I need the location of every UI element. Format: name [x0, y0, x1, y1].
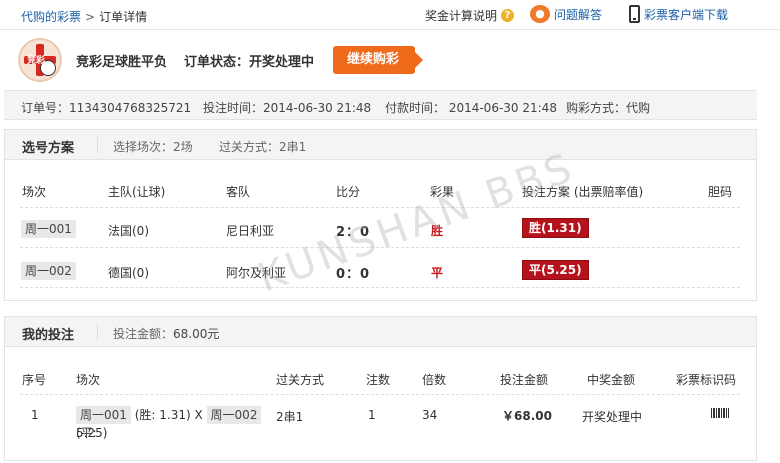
col-header-multiple: 倍数 — [422, 373, 447, 387]
my-bet-header: 我的投注 投注金额：68.00元 — [5, 317, 756, 347]
away-team: 尼日利亚 — [226, 224, 275, 238]
buy-type: 购彩方式：代购 — [566, 101, 651, 115]
col-header-ticket-code: 彩票标识码 — [676, 373, 737, 387]
bet-odds-tag: 胜(1.31) — [522, 218, 589, 238]
match-odds-continued: 5.25) — [76, 426, 108, 440]
home-team: 德国(0) — [108, 266, 149, 280]
match-tag: 周一002 — [21, 262, 76, 280]
divider — [20, 287, 740, 288]
table-row: 周一002 — [21, 262, 76, 280]
divider — [20, 207, 740, 208]
match-tag: 周一001 — [76, 406, 131, 424]
bet-option: 平(5.25) — [522, 260, 589, 280]
match-tag: 周一002 — [206, 406, 262, 424]
col-header-match: 场次 — [22, 185, 47, 199]
bet-amount-value: 68.00元 — [173, 327, 220, 341]
order-status-label: 订单状态： — [184, 55, 250, 70]
bet-pass-type: 2串1 — [276, 410, 304, 424]
breadcrumb: 代购的彩票 > 订单详情 — [21, 8, 147, 25]
lottery-name: 竞彩足球胜平负 — [76, 55, 168, 70]
breadcrumb-separator: > — [85, 10, 96, 24]
home-team: 法国(0) — [108, 224, 149, 238]
bet-option: 胜(1.31) — [522, 218, 589, 238]
col-header-prize: 中奖金额 — [587, 373, 636, 387]
divider — [20, 394, 740, 395]
bet-time: 投注时间：2014-06-30 21:48 — [203, 101, 372, 115]
lottery-logo: 竞彩 — [18, 38, 62, 82]
bet-index: 1 — [31, 408, 39, 422]
col-header-matches: 场次 — [76, 373, 101, 387]
match-count: 选择场次：2场 — [113, 140, 193, 154]
table-row: 周一001 — [21, 220, 76, 238]
order-status: 订单状态：开奖处理中 — [184, 51, 314, 70]
col-header-banker: 胆码 — [708, 185, 733, 199]
client-download-link[interactable]: 彩票客户端下载 — [629, 5, 728, 23]
breadcrumb-current: 订单详情 — [99, 10, 148, 24]
continue-buying-button[interactable]: 继续购彩 — [333, 46, 423, 74]
question-icon: ? — [501, 9, 515, 22]
chat-bubble-icon: ● — [530, 5, 550, 23]
col-header-pass-type: 过关方式 — [276, 373, 325, 387]
col-header-score: 比分 — [336, 185, 361, 199]
selection-header: 选号方案 选择场次：2场 过关方式：2串1 — [5, 130, 756, 160]
prize-rules-label: 奖金计算说明 — [425, 9, 498, 23]
breadcrumb-parent-link[interactable]: 代购的彩票 — [21, 10, 81, 24]
bet-amount: ￥68.00 — [502, 409, 552, 423]
client-download-label: 彩票客户端下载 — [644, 7, 729, 22]
col-header-bets: 注数 — [366, 373, 391, 387]
bet-multiple: 34 — [422, 408, 438, 422]
barcode-icon[interactable] — [711, 408, 729, 418]
my-bet-title: 我的投注 — [22, 328, 75, 343]
order-number: 订单号：1134304768325721 — [21, 101, 192, 115]
bet-count: 1 — [368, 408, 376, 422]
pass-type: 过关方式：2串1 — [219, 140, 307, 154]
bet-amount-label: 投注金额： — [113, 327, 174, 341]
order-status-value: 开奖处理中 — [249, 55, 315, 70]
faq-label: 问题解答 — [554, 7, 603, 22]
match-odds: (胜: 1.31) X — [134, 408, 203, 422]
phone-icon — [629, 5, 640, 23]
match-result: 平 — [431, 266, 444, 280]
bet-amount-summary: 投注金额：68.00元 — [113, 325, 219, 342]
prize-status: 开奖处理中 — [582, 410, 643, 424]
col-header-home: 主队(让球) — [108, 185, 166, 199]
logo-text: 竞彩 — [27, 56, 46, 66]
col-header-index: 序号 — [22, 373, 47, 387]
selection-title: 选号方案 — [22, 141, 75, 156]
match-tag: 周一001 — [21, 220, 76, 238]
col-header-away: 客队 — [226, 185, 251, 199]
bet-odds-tag: 平(5.25) — [522, 260, 589, 280]
prize-rules-link[interactable]: 奖金计算说明 ? — [425, 7, 515, 24]
pay-time: 付款时间： 2014-06-30 21:48 — [385, 101, 557, 115]
col-header-amount: 投注金额 — [500, 373, 549, 387]
faq-link[interactable]: ● 问题解答 — [530, 5, 602, 23]
